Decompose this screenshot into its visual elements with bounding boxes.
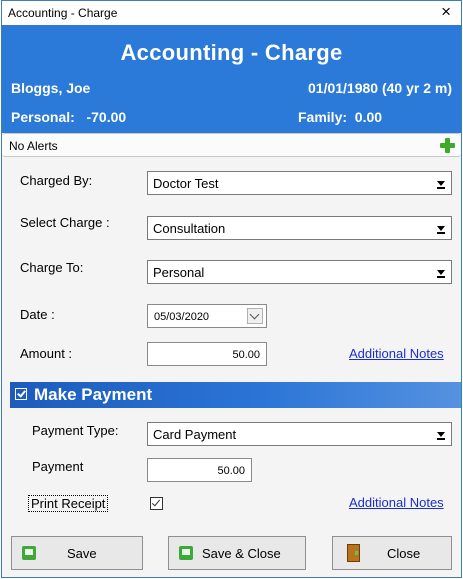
payment-type-select[interactable]: Card Payment <box>147 422 452 446</box>
dropdown-bar <box>437 276 445 278</box>
save-button-label: Save <box>67 546 97 561</box>
payment-amount-value: 50.00 <box>217 465 245 477</box>
close-button[interactable]: Close <box>332 536 452 570</box>
chevron-down-icon <box>437 226 445 231</box>
date-value: 05/03/2020 <box>154 311 210 323</box>
save-icon <box>179 546 193 560</box>
payment-amount-field[interactable]: 50.00 <box>147 458 252 482</box>
select-charge-select[interactable]: Consultation <box>147 216 452 240</box>
print-receipt-label[interactable]: Print Receipt <box>28 495 109 512</box>
close-window-icon[interactable]: × <box>441 3 451 21</box>
payment-type-label: Payment Type: <box>32 423 119 438</box>
chevron-down-icon <box>437 432 445 437</box>
dropdown-bar <box>437 438 445 440</box>
amount-value: 50.00 <box>232 349 260 361</box>
date-label: Date : <box>20 307 55 322</box>
family-balance-value: 0.00 <box>354 109 383 125</box>
amount-label: Amount : <box>20 346 73 361</box>
select-charge-value: Consultation <box>153 221 226 236</box>
calendar-dropdown-icon[interactable] <box>247 308 263 324</box>
title-bar: Accounting - Charge × <box>2 1 461 25</box>
charged-by-value: Doctor Test <box>153 176 219 191</box>
exit-door-icon <box>347 544 360 562</box>
personal-balance-value: -70.00 <box>86 109 127 125</box>
select-charge-label: Select Charge : <box>20 215 110 230</box>
accounting-charge-window: Accounting - Charge × Accounting - Charg… <box>1 0 462 578</box>
make-payment-title: Make Payment <box>34 385 153 404</box>
charge-to-select[interactable]: Personal <box>147 260 452 284</box>
family-balance: Family: 0.00 <box>298 109 382 125</box>
payment-type-value: Card Payment <box>153 427 237 442</box>
charge-to-value: Personal <box>153 265 205 280</box>
close-button-label: Close <box>387 546 421 561</box>
dropdown-bar <box>437 232 445 234</box>
window-title: Accounting - Charge <box>8 6 118 20</box>
save-close-button-label: Save & Close <box>202 546 281 561</box>
charged-by-label: Charged By: <box>20 173 93 188</box>
chevron-down-icon <box>437 181 445 186</box>
payment-additional-notes-link[interactable]: Additional Notes <box>349 495 444 510</box>
charge-to-label: Charge To: <box>20 260 84 275</box>
family-balance-label: Family: <box>298 109 348 125</box>
additional-notes-link[interactable]: Additional Notes <box>349 346 444 361</box>
make-payment-header[interactable]: Make Payment <box>10 382 461 408</box>
make-payment-checkbox[interactable] <box>15 388 27 400</box>
charged-by-select[interactable]: Doctor Test <box>147 171 452 195</box>
chevron-down-icon <box>437 270 445 275</box>
personal-balance: Personal: -70.00 <box>11 109 126 125</box>
page-title: Accounting - Charge <box>120 40 343 65</box>
alerts-bar: No Alerts <box>2 133 461 157</box>
patient-dob-age: 01/01/1980 (40 yr 2 m) <box>308 80 452 96</box>
plus-icon[interactable] <box>440 138 455 153</box>
patient-name: Bloggs, Joe <box>11 80 91 96</box>
amount-field[interactable]: 50.00 <box>147 342 267 366</box>
save-close-button[interactable]: Save & Close <box>168 536 306 570</box>
date-picker[interactable]: 05/03/2020 <box>147 304 267 328</box>
payment-label: Payment <box>32 459 84 474</box>
save-icon <box>22 546 36 560</box>
save-button[interactable]: Save <box>11 536 143 570</box>
dropdown-bar <box>437 187 445 189</box>
personal-balance-label: Personal: <box>11 109 75 125</box>
patient-header: Accounting - Charge Bloggs, Joe 01/01/19… <box>2 25 461 133</box>
print-receipt-checkbox[interactable] <box>150 497 163 510</box>
alerts-text: No Alerts <box>9 139 58 153</box>
